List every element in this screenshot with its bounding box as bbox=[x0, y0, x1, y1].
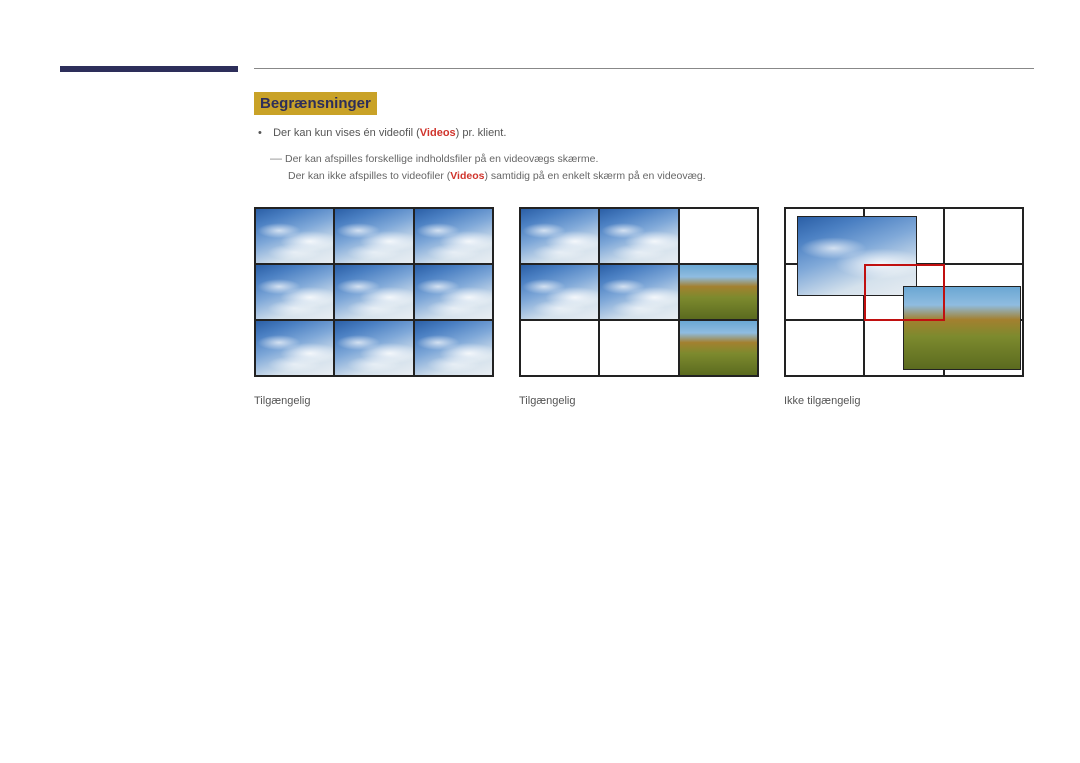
grid-cell bbox=[255, 264, 334, 320]
figure-2: Tilgængelig bbox=[519, 207, 759, 407]
grid-cell bbox=[679, 320, 758, 376]
grid-cell bbox=[255, 208, 334, 264]
figure-3: Ikke tilgængelig bbox=[784, 207, 1024, 407]
figures-row: Tilgængelig Tilgængelig bbox=[254, 207, 1034, 407]
figure-1-grid bbox=[254, 207, 494, 377]
grid-cell bbox=[334, 208, 413, 264]
sub-line-2-before: Der kan ikke afspilles to videofiler ( bbox=[288, 170, 450, 182]
header-divider bbox=[254, 68, 1034, 69]
figure-3-grid bbox=[784, 207, 1024, 377]
grid-cell bbox=[944, 208, 1023, 264]
header-accent-bar bbox=[60, 66, 238, 72]
bullet-videos-word: Videos bbox=[420, 127, 456, 139]
grid-cell bbox=[785, 320, 864, 376]
grid-cell bbox=[520, 320, 599, 376]
figure-1-caption: Tilgængelig bbox=[254, 395, 494, 407]
sub-lines: ―Der kan afspilles forskellige indholdsf… bbox=[270, 149, 1034, 185]
sub-line-2: Der kan ikke afspilles to videofiler (Vi… bbox=[288, 168, 1034, 185]
grid-cell bbox=[679, 208, 758, 264]
sub-line-2-videos: Videos bbox=[450, 170, 484, 182]
figure-3-video-sky bbox=[797, 216, 917, 296]
grid-cell bbox=[255, 320, 334, 376]
grid-cell bbox=[414, 320, 493, 376]
sub-line-2-after: ) samtidig på en enkelt skærm på en vide… bbox=[484, 170, 705, 182]
sub-line-1: ―Der kan afspilles forskellige indholdsf… bbox=[270, 149, 1034, 168]
figure-3-video-field bbox=[903, 286, 1021, 370]
figure-1: Tilgængelig bbox=[254, 207, 494, 407]
grid-cell bbox=[520, 208, 599, 264]
section-heading: Begrænsninger bbox=[254, 92, 377, 115]
grid-cell bbox=[599, 320, 678, 376]
grid-cell bbox=[520, 264, 599, 320]
figure-2-grid bbox=[519, 207, 759, 377]
grid-cell bbox=[334, 320, 413, 376]
grid-cell bbox=[599, 208, 678, 264]
bullet-text-before: Der kan kun vises én videofil ( bbox=[273, 127, 420, 139]
bullet-line: • Der kan kun vises én videofil (Videos)… bbox=[258, 127, 1034, 139]
bullet-marker: • bbox=[258, 127, 270, 139]
grid-cell bbox=[599, 264, 678, 320]
figure-2-caption: Tilgængelig bbox=[519, 395, 759, 407]
sub-line-1-text: Der kan afspilles forskellige indholdsfi… bbox=[285, 153, 598, 165]
figure-3-caption: Ikke tilgængelig bbox=[784, 395, 1024, 407]
dash-marker: ― bbox=[270, 151, 282, 165]
bullet-text-after: ) pr. klient. bbox=[456, 127, 507, 139]
grid-cell bbox=[414, 264, 493, 320]
grid-cell bbox=[679, 264, 758, 320]
grid-cell bbox=[334, 264, 413, 320]
content-area: Begrænsninger • Der kan kun vises én vid… bbox=[254, 92, 1034, 407]
grid-cell bbox=[414, 208, 493, 264]
